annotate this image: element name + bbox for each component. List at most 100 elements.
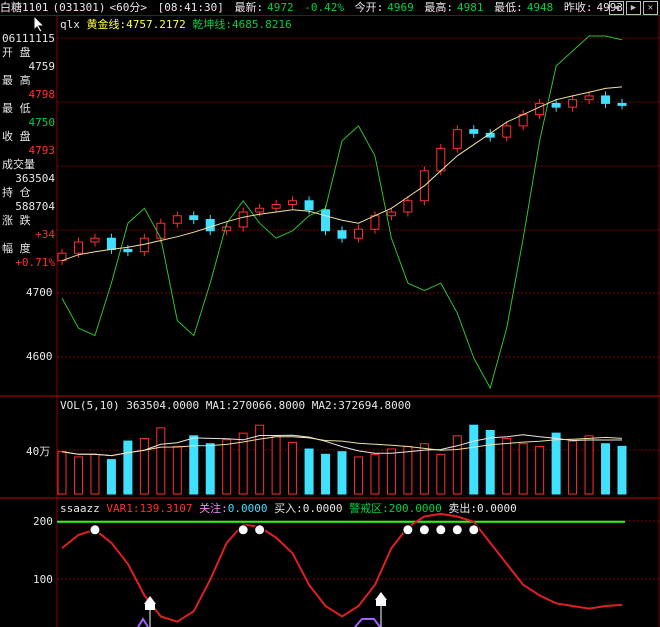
candle xyxy=(73,241,83,254)
volume-bar xyxy=(189,435,199,495)
alert-value: 200.0000 xyxy=(388,502,442,515)
price-tick: 4600 xyxy=(26,350,53,363)
candlestick-series xyxy=(57,91,627,266)
focus-label: 关注: xyxy=(199,502,228,515)
bar-date: 06111115 xyxy=(2,32,55,45)
info-value: 363504 xyxy=(15,172,55,185)
volume-bar xyxy=(337,451,347,495)
info-label: 成交量 xyxy=(2,158,35,171)
bar-info-panel: 06111115 开 盘 4759 最 高 4798 最 低 4750 收 盘 4793 成交量… xyxy=(0,32,56,270)
info-value: 4750 xyxy=(28,116,56,129)
volume-bar xyxy=(485,429,495,495)
volume-bar xyxy=(205,443,215,495)
volume-bar xyxy=(304,448,314,495)
prevclose-label: 昨收: xyxy=(563,1,593,14)
info-label: 持 仓 xyxy=(2,186,31,199)
candle xyxy=(255,207,265,213)
indicator-name: qlx xyxy=(60,18,80,31)
candle xyxy=(321,209,331,232)
volume-tick: 40万 xyxy=(26,445,51,458)
info-label: 收 盘 xyxy=(2,130,31,143)
info-value: 4759 xyxy=(28,60,56,73)
volume-bar xyxy=(288,441,298,495)
smiley-face-icon xyxy=(418,524,430,536)
period-label[interactable]: <60分> xyxy=(109,1,147,14)
volume-value: 363504.0000 xyxy=(126,399,200,412)
volume-bar xyxy=(156,427,166,495)
volume-bar xyxy=(106,459,116,495)
golden-line-value: 4757.2172 xyxy=(126,18,186,31)
ma1-label: MA1: xyxy=(205,399,233,412)
candle xyxy=(353,228,363,239)
candle xyxy=(601,95,611,104)
info-value: 4793 xyxy=(28,144,56,157)
volume-bar xyxy=(90,453,100,495)
volume-bar xyxy=(518,443,528,495)
info-value: +34 xyxy=(35,228,55,241)
low-label: 最低: xyxy=(494,1,523,14)
volume-bar xyxy=(57,451,67,495)
sell-label: 卖出: xyxy=(448,502,477,515)
instrument-code: (031301) xyxy=(52,1,106,14)
candle xyxy=(123,248,133,253)
volume-bar xyxy=(321,453,331,495)
low-value: 4948 xyxy=(526,1,554,14)
candle xyxy=(436,147,446,172)
quote-status-bar: 白糖1101 (031301) <60分> [08:41:30] 最新: 4972 -… xyxy=(0,0,660,16)
volume-bar xyxy=(617,445,627,495)
change-pct: -0.42% xyxy=(304,1,344,14)
price-tick: 4700 xyxy=(26,286,53,299)
smiley-face-icon xyxy=(468,524,480,536)
buy-marker xyxy=(354,618,381,627)
info-label: 最 低 xyxy=(2,102,31,115)
instrument-title: 白糖1101 xyxy=(0,1,49,14)
indicator-tick: 100 xyxy=(33,573,53,586)
qiankun-line xyxy=(61,35,623,390)
info-value: +0.71% xyxy=(15,256,55,269)
golden-line-label: 黄金线: xyxy=(86,18,127,31)
arrow-left-icon[interactable]: ◀ xyxy=(609,1,624,15)
volume-bar xyxy=(386,448,396,495)
quote-time: [08:41:30] xyxy=(157,1,224,14)
smiley-face-icon xyxy=(402,524,414,536)
candle xyxy=(370,215,380,230)
candle xyxy=(584,95,594,101)
volume-bar xyxy=(139,437,149,495)
volume-bar xyxy=(436,453,446,495)
volume-bar xyxy=(271,435,281,495)
sell-value: 0.0000 xyxy=(476,502,517,515)
candle xyxy=(222,226,232,232)
info-value: 588704 xyxy=(15,200,55,213)
volume-bar xyxy=(601,443,611,495)
candle xyxy=(238,211,248,228)
candle xyxy=(106,237,116,250)
info-label: 涨 跌 xyxy=(2,214,31,227)
close-icon[interactable]: ✕ xyxy=(643,1,658,15)
candle xyxy=(403,200,413,213)
candle xyxy=(271,204,281,209)
volume-bar xyxy=(419,443,429,495)
info-value: 4798 xyxy=(28,88,56,101)
volume-bar xyxy=(502,437,512,495)
candle xyxy=(156,222,166,239)
candle xyxy=(452,129,462,149)
candle xyxy=(568,99,578,108)
candle xyxy=(502,125,512,138)
volume-bar xyxy=(172,445,182,495)
volume-bar xyxy=(222,439,232,495)
mouse-cursor-icon xyxy=(33,15,45,33)
chart-canvas[interactable] xyxy=(0,16,660,627)
candle xyxy=(469,129,479,134)
candle xyxy=(205,218,215,232)
info-label: 最 高 xyxy=(2,74,31,87)
volume-bar xyxy=(568,440,578,495)
volume-bar xyxy=(584,435,594,495)
info-label: 幅 度 xyxy=(2,242,31,255)
indicator-tick: 200 xyxy=(33,515,53,528)
smiley-face-icon xyxy=(435,524,447,536)
latest-label: 最新: xyxy=(234,1,264,14)
arrow-right-icon[interactable]: ▶ xyxy=(626,1,641,15)
candle xyxy=(337,230,347,239)
candle xyxy=(288,200,298,206)
volume-bar xyxy=(403,445,413,495)
